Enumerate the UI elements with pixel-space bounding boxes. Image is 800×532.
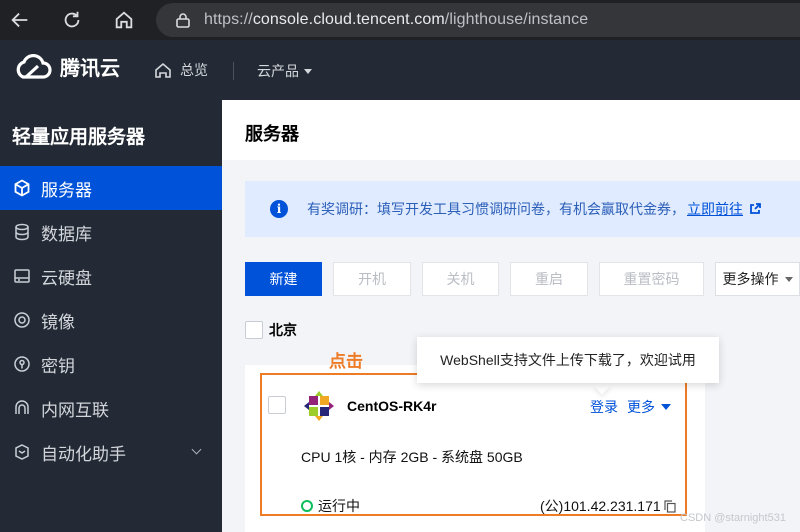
status-text: 运行中 <box>318 498 360 514</box>
login-link[interactable]: 登录 <box>590 397 618 417</box>
instance-more-menu[interactable]: 更多 <box>627 397 671 417</box>
instance-checkbox[interactable] <box>268 396 286 414</box>
more-operations-label: 更多操作 <box>722 271 779 287</box>
copy-icon[interactable] <box>664 499 676 513</box>
region-checkbox[interactable] <box>245 321 263 339</box>
image-icon <box>12 310 32 330</box>
instance-name[interactable]: CentOS-RK4r <box>347 398 436 414</box>
overview-link[interactable]: 总览 <box>154 60 208 80</box>
sidebar-item-database[interactable]: 数据库 <box>0 210 222 254</box>
url-text: https://console.cloud.tencent.com/lighth… <box>204 11 589 28</box>
survey-notice: i 有奖调研：填写开发工具习惯调研问卷，有机会赢取代金券， 立即前往 <box>245 181 800 237</box>
sidebar-item-label: 云硬盘 <box>41 268 92 288</box>
cloud-logo-icon <box>16 53 52 79</box>
products-menu[interactable]: 云产品 <box>257 61 312 81</box>
brand-name: 腾讯云 <box>60 58 120 80</box>
status-indicator: 运行中 <box>301 496 360 516</box>
caret-down-icon <box>661 404 671 410</box>
overview-label: 总览 <box>180 62 208 78</box>
sidebar-item-label: 自动化助手 <box>41 444 126 464</box>
sidebar-item-keys[interactable]: 密钥 <box>0 342 222 386</box>
sidebar-item-label: 服务器 <box>41 180 92 200</box>
sidebar-item-label: 数据库 <box>41 224 92 244</box>
more-operations-button[interactable]: 更多操作 <box>715 262 800 296</box>
assistant-icon <box>12 442 32 462</box>
sidebar: 轻量应用服务器 服务器 数据库 云硬盘 镜像 密钥 内网互联 自动化助手 <box>0 100 222 532</box>
address-bar[interactable]: https://console.cloud.tencent.com/lighth… <box>156 3 800 37</box>
page-title: 服务器 <box>245 124 299 144</box>
tencent-cloud-logo[interactable]: 腾讯云 <box>12 52 120 81</box>
sidebar-item-image[interactable]: 镜像 <box>0 298 222 342</box>
new-instance-button[interactable]: 新建 <box>245 262 322 296</box>
sidebar-title: 轻量应用服务器 <box>12 127 146 148</box>
chevron-down-icon <box>191 444 202 455</box>
sidebar-item-automation[interactable]: 自动化助手 <box>0 430 222 474</box>
public-ip: (公)101.42.231.171 <box>540 496 676 516</box>
home-icon <box>115 11 133 29</box>
header-divider <box>233 62 234 80</box>
disk-icon <box>12 266 32 286</box>
sidebar-item-disk[interactable]: 云硬盘 <box>0 254 222 298</box>
page-header: 服务器 <box>222 100 800 160</box>
products-label: 云产品 <box>257 63 299 79</box>
info-icon: i <box>270 200 288 218</box>
running-status-icon <box>301 500 313 512</box>
back-arrow-icon <box>11 12 28 28</box>
sidebar-item-label: 密钥 <box>41 356 75 376</box>
console-header: 腾讯云 总览 云产品 <box>0 40 800 100</box>
centos-logo-icon <box>304 391 334 421</box>
instance-spec: CPU 1核 - 内存 2GB - 系统盘 50GB <box>301 449 523 465</box>
link-icon <box>12 398 32 418</box>
cube-icon <box>12 178 32 198</box>
chevron-down-icon <box>784 276 793 282</box>
sidebar-item-servers[interactable]: 服务器 <box>0 166 222 210</box>
restart-button[interactable]: 重启 <box>510 262 588 296</box>
instance-more-label: 更多 <box>627 399 655 415</box>
ip-text: (公)101.42.231.171 <box>540 498 661 514</box>
lock-icon <box>176 13 190 28</box>
stop-button[interactable]: 关机 <box>422 262 499 296</box>
sidebar-item-label: 镜像 <box>41 312 75 332</box>
key-icon <box>12 354 32 374</box>
notice-text: 有奖调研：填写开发工具习惯调研问卷，有机会赢取代金券， <box>307 201 685 217</box>
reload-icon <box>64 11 80 28</box>
external-link-icon <box>750 203 761 214</box>
chevron-down-icon <box>304 68 312 74</box>
watermark: CSDN @starnight531 <box>680 512 786 524</box>
home-icon <box>155 62 171 78</box>
sidebar-item-interconnect[interactable]: 内网互联 <box>0 386 222 430</box>
browser-toolbar: https://console.cloud.tencent.com/lighth… <box>0 0 800 40</box>
region-group: 北京 <box>245 320 297 340</box>
database-icon <box>12 222 32 242</box>
home-button[interactable] <box>104 0 144 40</box>
click-annotation: 点击 <box>329 352 363 371</box>
reload-button[interactable] <box>52 0 92 40</box>
reset-password-button[interactable]: 重置密码 <box>599 262 704 296</box>
back-button[interactable] <box>0 0 40 40</box>
webshell-tooltip: WebShell支持文件上传下载了，欢迎试用 <box>417 337 719 383</box>
sidebar-item-label: 内网互联 <box>41 400 109 420</box>
notice-link[interactable]: 立即前往 <box>687 199 743 219</box>
region-label: 北京 <box>269 322 297 338</box>
start-button[interactable]: 开机 <box>333 262 411 296</box>
